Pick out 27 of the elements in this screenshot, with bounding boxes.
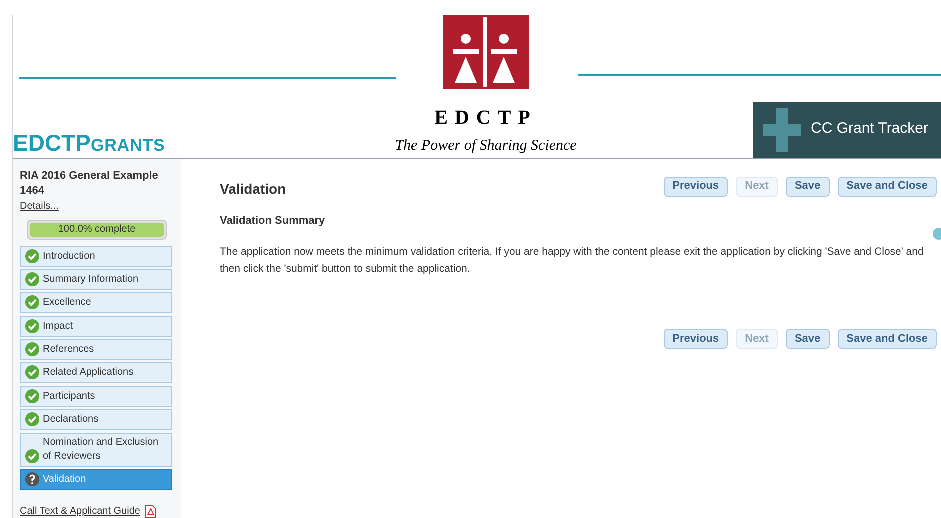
nav-item[interactable]: References (20, 339, 172, 360)
cross-emblem-icon (761, 106, 803, 154)
nav-item[interactable]: Related Applications (20, 362, 172, 384)
brand-logo: EDCTPGRANTS (13, 132, 166, 154)
nav-item[interactable]: Nomination and Exclusion of Reviewers (20, 432, 172, 467)
guide-link[interactable]: Call Text & Applicant Guide (20, 504, 140, 518)
nav-button[interactable]: Save and Close (838, 176, 937, 196)
details-link[interactable]: Details... (20, 198, 174, 214)
progress-label: 100.0% complete (57, 223, 137, 237)
tagline: The Power of Sharing Science (395, 137, 577, 156)
page-title: Validation (220, 180, 286, 199)
nav-item[interactable]: Summary Information (20, 268, 172, 290)
nav-item[interactable]: Excellence (20, 292, 172, 314)
tracker-label: CC Grant Tracker (811, 119, 929, 140)
logo-title: EDCTP (434, 106, 538, 131)
section-title: Validation Summary (220, 214, 326, 228)
nav-button[interactable]: Previous (664, 329, 728, 349)
nav-item[interactable]: Impact (20, 316, 172, 337)
nav-item[interactable]: Declarations (20, 409, 172, 430)
nav-button[interactable]: Save and Close (838, 329, 937, 349)
nav-button[interactable]: Save (786, 329, 830, 349)
nav-item[interactable]: Introduction (20, 246, 172, 266)
nav-button[interactable]: Save (786, 176, 830, 196)
application-title: RIA 2016 General Example 1464 (20, 168, 160, 198)
validation-message: The application now meets the minimum validation criteria. If you are happy with the content please exit the application by clicking 'Save and Close' and then click the 'submit' button to submit the application. (220, 245, 925, 276)
nav-button[interactable]: Previous (664, 176, 728, 196)
nav-item[interactable]: Participants (20, 386, 172, 407)
